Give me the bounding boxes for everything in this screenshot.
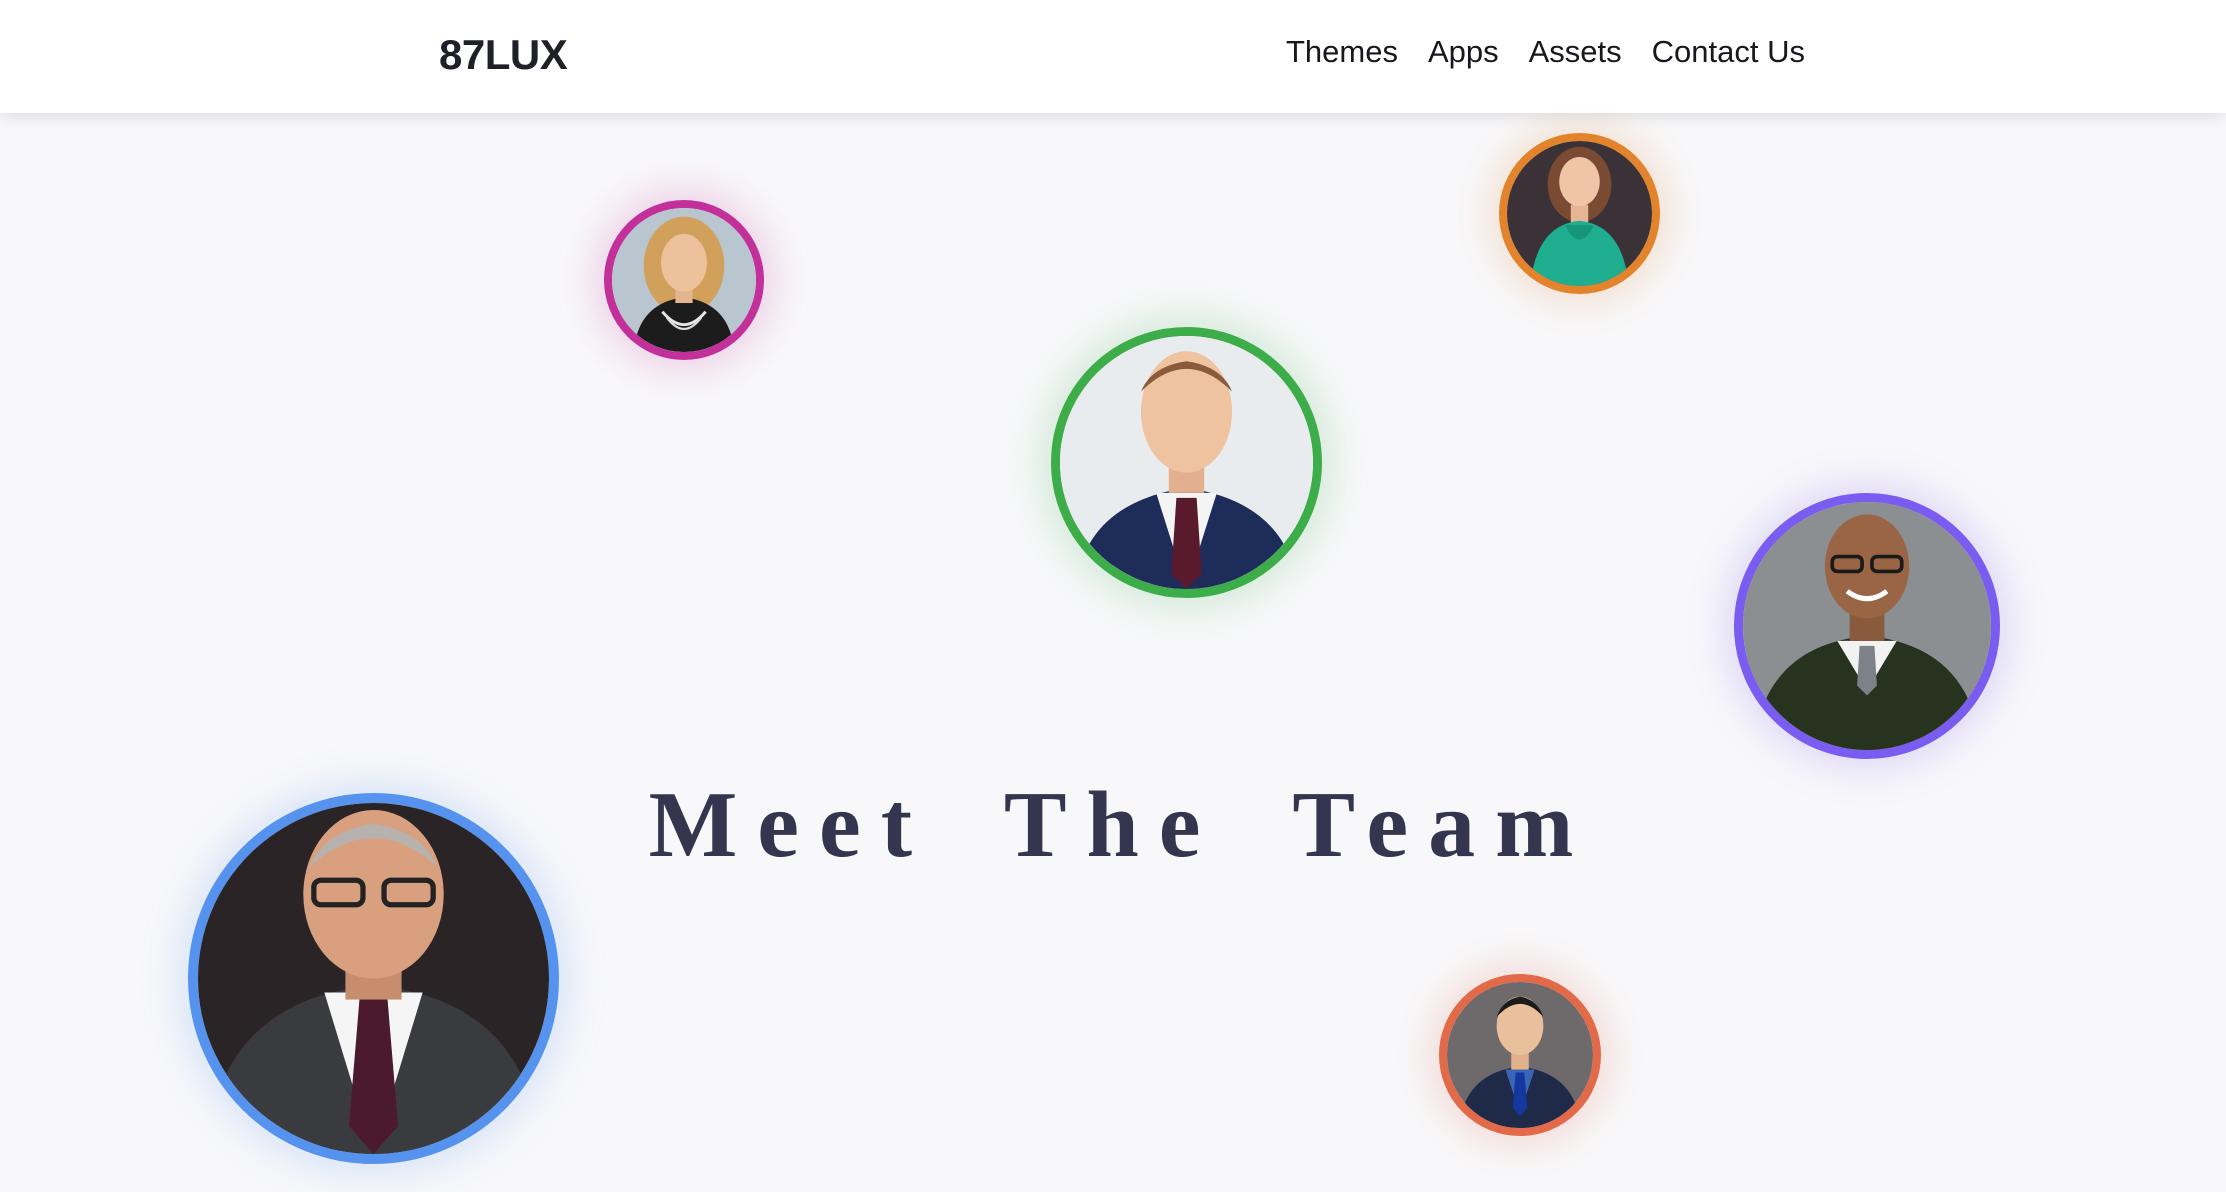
portrait-photo — [612, 208, 756, 352]
page: 87LUX Themes Apps Assets Contact Us Meet… — [0, 0, 2226, 1192]
portrait-photo — [1507, 141, 1652, 286]
team-avatar-man-grey-suit[interactable] — [188, 793, 559, 1164]
portrait-photo — [1060, 336, 1313, 589]
team-avatar-woman-teal-top[interactable] — [1499, 133, 1660, 294]
team-avatar-man-blue-tie[interactable] — [1439, 974, 1601, 1136]
portrait-photo — [1447, 982, 1593, 1128]
brand-logo[interactable]: 87LUX — [439, 34, 568, 76]
navbar: 87LUX Themes Apps Assets Contact Us — [0, 0, 2226, 113]
portrait-photo — [1743, 502, 1991, 750]
nav-link-apps[interactable]: Apps — [1428, 36, 1499, 67]
nav-link-themes[interactable]: Themes — [1286, 36, 1398, 67]
team-avatar-man-navy-suit[interactable] — [1051, 327, 1322, 598]
nav-link-contact-us[interactable]: Contact Us — [1652, 36, 1805, 67]
portrait-photo — [198, 803, 549, 1154]
main-nav: Themes Apps Assets Contact Us — [1286, 36, 1805, 67]
nav-link-assets[interactable]: Assets — [1529, 36, 1622, 67]
team-avatar-man-green-sweater[interactable] — [1734, 493, 2000, 759]
team-avatar-woman-gold-hair[interactable] — [604, 200, 764, 360]
